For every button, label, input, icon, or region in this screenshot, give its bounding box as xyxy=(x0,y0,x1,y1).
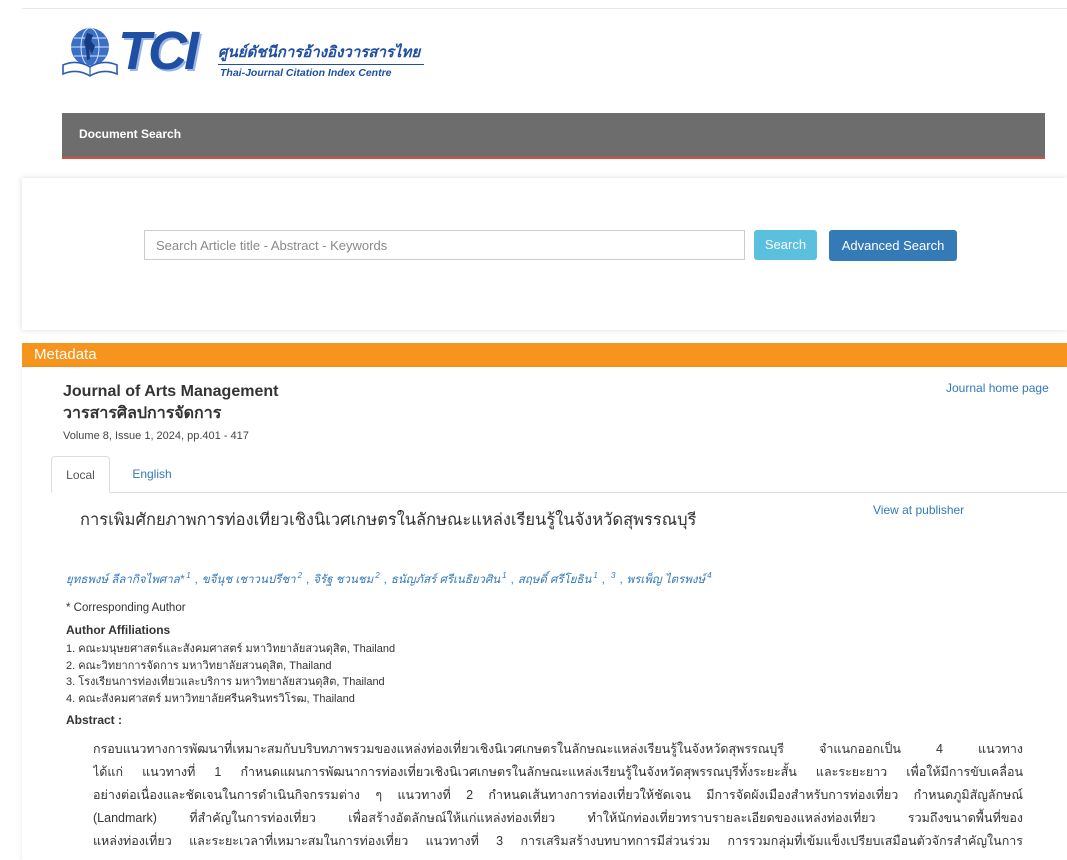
author-separator: , xyxy=(383,574,387,586)
journal-name-en: Journal of Arts Management xyxy=(63,383,279,400)
author-separator: , xyxy=(306,574,310,586)
affiliation-text: โรงเรียนการท่องเที่ยวและบริการ มหาวิทยาล… xyxy=(78,676,385,689)
abstract-heading: Abstract : xyxy=(66,713,123,727)
abstract-line: กรอบแนวทางการพัฒนาที่เหมาะสมกับบริบทภาพร… xyxy=(93,742,1023,756)
author-link[interactable]: ธนัญภัสร์ ศรีเนธิยวศิน xyxy=(391,574,500,586)
affiliation-text: คณะสังคมศาสตร์ มหาวิทยาลัยศรีนครินทรวิโร… xyxy=(78,692,355,705)
abstract-line: อย่างต่อเนื่องและชัดเจนในการดำเนินกิจกรร… xyxy=(93,788,1023,802)
author-affiliations-heading: Author Affiliations xyxy=(66,623,171,637)
author-separator: , xyxy=(510,574,514,586)
affiliation-number: 1. xyxy=(66,643,76,655)
search-input[interactable] xyxy=(144,230,745,260)
affiliation-item: 2. คณะวิทยาการจัดการ มหาวิทยาลัยสวนดุสิต,… xyxy=(66,658,966,675)
author-separator: , xyxy=(601,574,605,586)
affiliation-ref: 4 xyxy=(707,571,712,581)
logo-wordmark: TCI xyxy=(118,21,199,81)
author-link[interactable]: พรเพ็ญ ไตรพงษ์ xyxy=(627,574,705,586)
author-list: ยุทธพงษ์ ลีลากิจไพศาล* 1, ขจีนุช เชาวนปรีช… xyxy=(66,571,1056,589)
author-link[interactable]: ขจีนุช เชาวนปรีชา xyxy=(202,574,296,586)
abstract-line: (Landmark) ที่สำคัญในการท่องเที่ยว เพื่อ… xyxy=(93,811,1023,825)
search-button[interactable]: Search xyxy=(754,230,817,260)
abstract-line: ได้แก่ แนวทางที่ 1 กำหนดแผนการพัฒนาการท่… xyxy=(93,765,1023,779)
affiliation-item: 4. คณะสังคมศาสตร์ มหาวิทยาลัยศรีนครินทรวิ… xyxy=(66,691,966,708)
nav-underline xyxy=(62,157,1045,159)
nav-item-document-search[interactable]: Document Search xyxy=(79,127,181,142)
affiliation-number: 2. xyxy=(66,659,76,672)
main-nav: Document Search xyxy=(62,113,1045,157)
affiliation-ref: 1 xyxy=(502,571,507,581)
header-top-rule xyxy=(22,8,1067,9)
affiliation-ref: 2 xyxy=(297,571,303,581)
abstract-body: กรอบแนวทางการพัฒนาที่เหมาะสมกับบริบทภาพร… xyxy=(93,738,1023,853)
affiliation-text: คณะวิทยาการจัดการ มหาวิทยาลัยสวนดุสิต, T… xyxy=(78,659,332,672)
logo-center-name-th: ศูนย์ดัชนีการอ้างอิงวารสารไทย xyxy=(218,43,424,65)
abstract-line: แหล่งท่องเที่ยว และระยะเวลาที่เหมาะสมในก… xyxy=(93,834,1023,848)
page: TCI ศูนย์ดัชนีการอ้างอิงวารสารไทย Thai-J… xyxy=(0,0,1067,860)
corresponding-author-note: * Corresponding Author xyxy=(66,602,186,614)
affiliation-text: คณะมนุษยศาสตร์และสังคมศาสตร์ มหาวิทยาลัย… xyxy=(78,643,396,655)
language-tabs: Local English xyxy=(51,456,1067,493)
affiliation-item: 3. โรงเรียนการท่องเที่ยวและบริการ มหาวิทย… xyxy=(66,674,966,691)
affiliation-ref: 1 xyxy=(186,571,191,581)
affiliation-item: 1. คณะมนุษยศาสตร์และสังคมศาสตร์ มหาวิทยาล… xyxy=(66,641,966,658)
author-separator: , xyxy=(619,574,623,586)
affiliation-ref: 2 xyxy=(375,571,380,581)
affiliation-number: 3. xyxy=(66,676,76,689)
tci-logo[interactable]: TCI ศูนย์ดัชนีการอ้างอิงวารสารไทย Thai-J… xyxy=(60,22,430,84)
author-link[interactable]: ยุทธพงษ์ ลีลากิจไพศาล* xyxy=(66,574,184,586)
journal-home-page-link[interactable]: Journal home page xyxy=(946,381,1064,395)
affiliation-list: 1. คณะมนุษยศาสตร์และสังคมศาสตร์ มหาวิทยาล… xyxy=(66,641,966,707)
affiliation-ref: 1 xyxy=(593,571,598,581)
author-link[interactable]: จิรัฐ ชวนชม xyxy=(313,574,373,586)
view-at-publisher-link[interactable]: View at publisher xyxy=(873,503,1003,517)
tab-local[interactable]: Local xyxy=(51,456,110,493)
affiliation-ref: 3 xyxy=(610,571,616,581)
metadata-section-header: Metadata xyxy=(22,343,1067,367)
author-separator: , xyxy=(194,574,198,586)
globe-book-icon xyxy=(62,27,118,77)
affiliation-number: 4. xyxy=(66,692,76,705)
logo-center-name-en: Thai-Journal Citation Index Centre xyxy=(220,67,392,79)
journal-name-th: วารสารศิลปการจัดการ xyxy=(63,405,222,422)
author-link[interactable]: สฤษดิ์ ศรีโยธิน xyxy=(518,574,592,586)
search-panel: Search Advanced Search xyxy=(22,178,1067,330)
volume-info: Volume 8, Issue 1, 2024, pp.401 - 417 xyxy=(63,430,249,442)
article-title: การเพิ่มศักยภาพการท่องเที่ยวเชิงนิเวศเกษ… xyxy=(80,511,697,529)
tab-english[interactable]: English xyxy=(117,456,187,493)
advanced-search-button[interactable]: Advanced Search xyxy=(829,230,957,261)
